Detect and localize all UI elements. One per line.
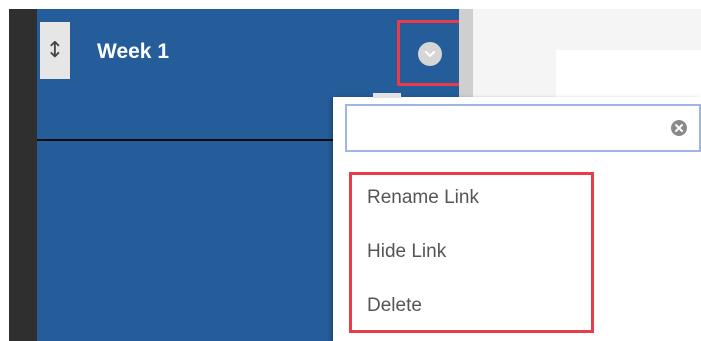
dark-left-rail	[9, 9, 37, 341]
vertical-resize-icon: ↕	[45, 37, 65, 63]
top-margin	[0, 0, 701, 9]
menu-divider	[37, 139, 335, 141]
clear-circle-icon[interactable]	[670, 119, 688, 137]
menu-item-hide-link[interactable]: Hide Link	[367, 241, 446, 263]
menu-item-delete[interactable]: Delete	[367, 295, 422, 317]
drag-handle[interactable]: ↕	[40, 22, 70, 79]
menu-item-title[interactable]: Week 1	[97, 40, 169, 64]
menu-item-rename-link[interactable]: Rename Link	[367, 187, 479, 209]
screenshot-frame: ↕ Week 1 Rename Link Hide Link Delete	[0, 0, 701, 341]
left-margin	[0, 0, 9, 341]
dropdown-pointer	[373, 93, 401, 98]
search-input[interactable]	[355, 114, 659, 144]
search-field[interactable]	[345, 104, 701, 152]
options-button-highlight	[397, 20, 464, 86]
